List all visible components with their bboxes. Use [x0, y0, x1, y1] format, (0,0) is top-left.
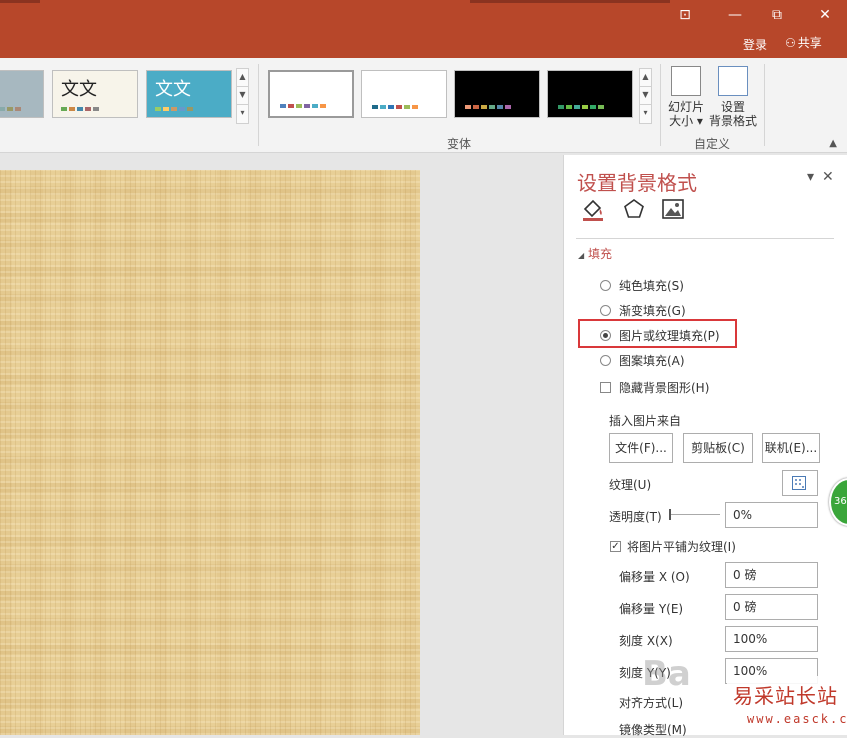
- format-background-label: 设置: [720, 100, 745, 114]
- slide-size-label: 幻灯片: [667, 100, 704, 114]
- hide-bg-graphics-label: 隐藏背景图形(H): [619, 381, 710, 395]
- offset-x-label: 偏移量 X (O): [619, 570, 690, 584]
- mirror-type-label: 镜像类型(M): [619, 723, 687, 737]
- hide-bg-graphics-option[interactable]: 隐藏背景图形(H): [600, 379, 709, 396]
- collapse-ribbon-icon[interactable]: ▲: [829, 138, 837, 149]
- hide-bg-graphics-checkbox[interactable]: [600, 382, 611, 393]
- variant-preview[interactable]: [454, 70, 540, 118]
- variant-preview[interactable]: [361, 70, 447, 118]
- fill-section-header[interactable]: ◢ 填充: [578, 245, 612, 262]
- scale-x-field[interactable]: 100%: [725, 626, 818, 652]
- title-bar: ⊡ — ⧉ ✕ 登录 ⚇ 共享: [0, 0, 847, 58]
- slide-size-icon: [671, 66, 701, 96]
- ribbon: 文文 文文 ▲ ▼ ▾ ▲ ▼ ▾ 变体 幻灯片 大小 ▾ 设置 背景格式 自定…: [0, 58, 847, 153]
- site-watermark: 易采站长站 www.easck.com: [727, 676, 847, 735]
- variants-scroll[interactable]: ▲ ▼ ▾: [639, 68, 652, 124]
- slide-canvas[interactable]: [0, 170, 420, 735]
- texture-label: 纹理(U): [609, 478, 652, 492]
- offset-y-label: 偏移量 Y(E): [619, 602, 684, 616]
- scale-x-label: 刻度 X(X): [619, 634, 673, 648]
- tile-texture-checkbox[interactable]: ✓: [610, 541, 621, 552]
- file-button[interactable]: 文件(F)...: [609, 433, 673, 463]
- transparency-label: 透明度(T): [609, 510, 662, 524]
- offset-y-field[interactable]: 0 磅: [725, 594, 818, 620]
- group-separator: [660, 64, 661, 146]
- title-tab-stub: [0, 0, 40, 3]
- theme-preview-text: 文文: [155, 79, 191, 100]
- solid-fill-option[interactable]: 纯色填充(S): [600, 277, 684, 294]
- gradient-fill-option[interactable]: 渐变填充(G): [600, 302, 686, 319]
- texture-picker[interactable]: [782, 470, 818, 496]
- picture-icon[interactable]: [661, 197, 685, 221]
- pattern-fill-label: 图案填充(A): [619, 354, 685, 368]
- format-background-label-2: 背景格式: [708, 114, 757, 128]
- maximize-icon[interactable]: ⧉: [766, 6, 788, 24]
- effects-pentagon-icon[interactable]: [622, 197, 646, 221]
- transparency-field[interactable]: 0%: [725, 502, 818, 528]
- pattern-fill-radio[interactable]: [600, 355, 611, 366]
- gradient-fill-label: 渐变填充(G): [619, 304, 686, 318]
- theme-preview[interactable]: 文文: [52, 70, 138, 118]
- login-link[interactable]: 登录: [743, 36, 767, 53]
- tile-texture-option[interactable]: ✓ 将图片平铺为纹理(I): [610, 538, 736, 555]
- scroll-up-icon[interactable]: ▲: [237, 69, 248, 87]
- online-button[interactable]: 联机(E)...: [762, 433, 820, 463]
- insert-from-label: 插入图片来自: [609, 414, 682, 428]
- customize-group-label: 自定义: [694, 137, 731, 151]
- solid-fill-label: 纯色填充(S): [619, 279, 684, 293]
- format-background-icon: [718, 66, 748, 96]
- tile-texture-label: 将图片平铺为纹理(I): [627, 540, 736, 554]
- transparency-slider[interactable]: [669, 509, 720, 520]
- clipboard-button[interactable]: 剪贴板(C): [683, 433, 753, 463]
- variant-preview[interactable]: [547, 70, 633, 118]
- pane-close-icon[interactable]: ✕: [822, 169, 834, 185]
- scroll-down-icon[interactable]: ▼: [237, 87, 248, 105]
- theme-preview[interactable]: [0, 70, 44, 118]
- more-icon[interactable]: ▾: [237, 105, 248, 123]
- user-icon: ⚇: [785, 35, 796, 50]
- tab-divider: [576, 238, 834, 239]
- ribbon-display-icon[interactable]: ⊡: [674, 6, 696, 24]
- group-separator: [764, 64, 765, 146]
- solid-fill-radio[interactable]: [600, 280, 611, 291]
- pane-options-icon[interactable]: ▾: [807, 169, 814, 185]
- title-tab-stub: [470, 0, 670, 3]
- theme-preview-text: 文文: [61, 79, 97, 100]
- gradient-fill-radio[interactable]: [600, 305, 611, 316]
- format-background-pane: 设置背景格式 ▾ ✕ ◢ 填充 纯色填充(S) 渐变填充(G) 图片或纹理填充(…: [563, 155, 847, 737]
- themes-scroll[interactable]: ▲ ▼ ▾: [236, 68, 249, 124]
- variants-group-label: 变体: [447, 137, 472, 151]
- share-button[interactable]: ⚇ 共享: [785, 34, 822, 51]
- more-icon[interactable]: ▾: [640, 105, 651, 123]
- slide-size-button[interactable]: 幻灯片 大小 ▾: [666, 66, 706, 128]
- close-icon[interactable]: ✕: [814, 6, 836, 24]
- watermark-cn: 易采站长站: [733, 684, 838, 708]
- alignment-label: 对齐方式(L): [619, 696, 684, 710]
- watermark-url: www.easck.com: [747, 712, 847, 726]
- theme-preview[interactable]: 文文: [146, 70, 232, 118]
- scroll-down-icon[interactable]: ▼: [640, 87, 651, 105]
- pane-title: 设置背景格式: [577, 171, 697, 195]
- texture-grid-icon: [792, 476, 806, 490]
- fill-section-label: 填充: [587, 247, 612, 261]
- fill-bucket-icon[interactable]: [581, 197, 605, 221]
- share-label: 共享: [797, 36, 822, 50]
- highlight-box: [578, 319, 737, 348]
- variant-preview[interactable]: [268, 70, 354, 118]
- collapse-triangle-icon: ◢: [578, 251, 585, 260]
- group-separator: [258, 64, 259, 146]
- baidu-watermark: Ba: [642, 654, 691, 694]
- slide-size-label-2: 大小 ▾: [669, 114, 703, 128]
- offset-x-field[interactable]: 0 磅: [725, 562, 818, 588]
- pattern-fill-option[interactable]: 图案填充(A): [600, 352, 685, 369]
- scroll-up-icon[interactable]: ▲: [640, 69, 651, 87]
- slider-knob[interactable]: [669, 509, 671, 520]
- format-background-button[interactable]: 设置 背景格式: [708, 66, 758, 128]
- minimize-icon[interactable]: —: [724, 6, 746, 24]
